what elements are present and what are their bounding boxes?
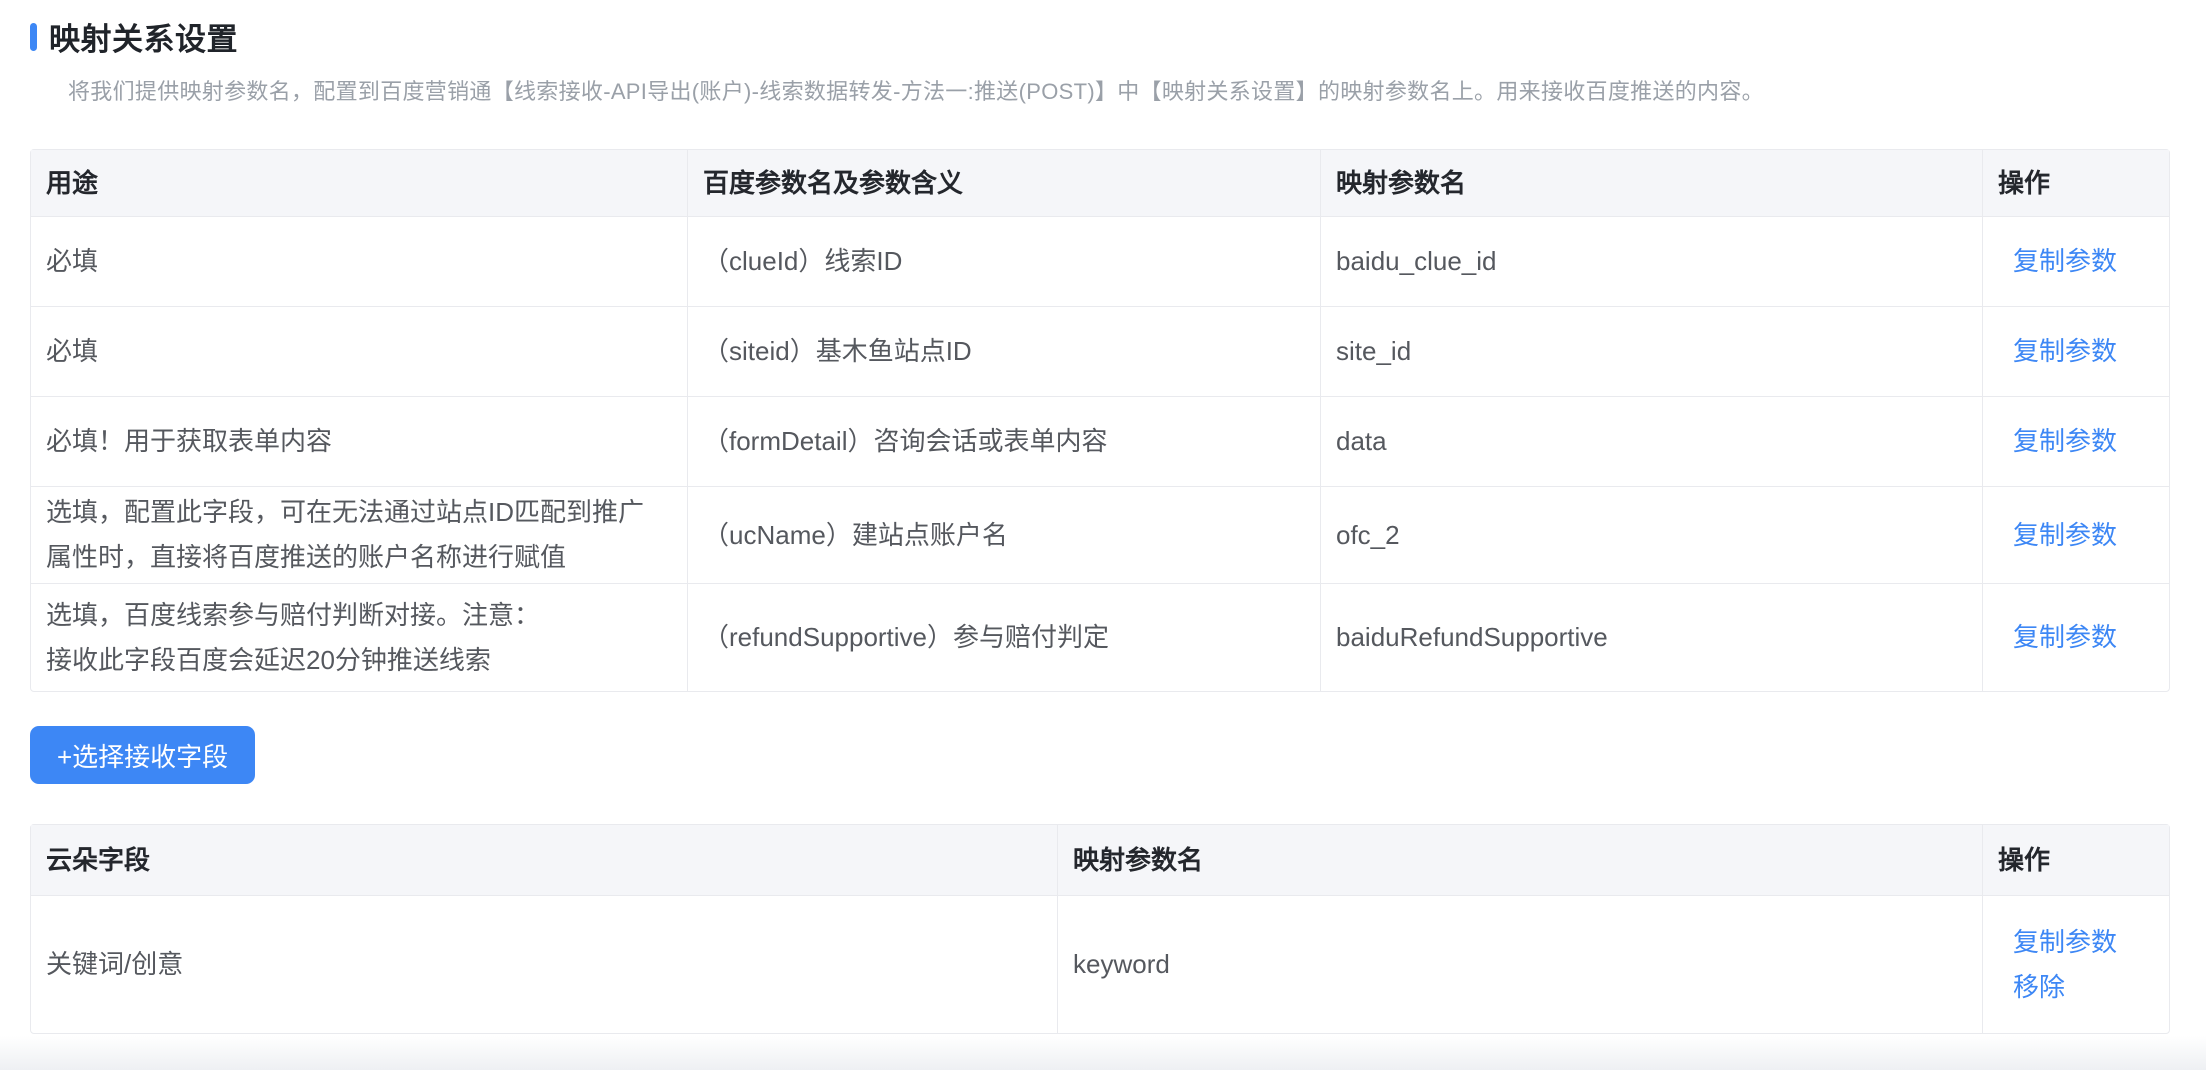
page-bottom-strip <box>0 1036 2206 1070</box>
cell-baidu-param: （clueId）线索ID <box>687 217 1320 306</box>
cell-usage: 必填 <box>46 336 99 367</box>
cell-mapping-param: ofc_2 <box>1320 487 1982 583</box>
mapping-table: 用途 百度参数名及参数含义 映射参数名 操作 必填 （clueId）线索ID b… <box>30 149 2170 692</box>
cell-usage: 选填，百度线索参与赔付判断对接。注意： 接收此字段百度会延迟20分钟推送线索 <box>46 599 541 675</box>
cell-baidu-param: （siteid）基木鱼站点ID <box>687 307 1320 396</box>
cell-mapping-param: baiduRefundSupportive <box>1320 584 1982 691</box>
cell-usage: 选填，配置此字段，可在无法通过站点ID匹配到推广属性时，直接将百度推送的账户名称… <box>46 497 645 572</box>
copy-param-link[interactable]: 复制参数 <box>2013 923 2117 962</box>
cell-baidu-param: （refundSupportive）参与赔付判定 <box>687 584 1320 691</box>
col-header-baidu-param: 百度参数名及参数含义 <box>687 150 1320 216</box>
copy-param-link[interactable]: 复制参数 <box>2013 332 2117 371</box>
cell-mapping-param: data <box>1320 397 1982 486</box>
cell-actions: 复制参数 <box>1982 307 2169 396</box>
cell-usage: 必填！用于获取表单内容 <box>46 426 333 457</box>
cell-cloud-field: 关键词/创意 <box>46 949 184 980</box>
cell-baidu-param: （formDetail）咨询会话或表单内容 <box>687 397 1320 486</box>
col-header-mapping-param: 映射参数名 <box>1057 825 1982 895</box>
cell-actions: 复制参数 <box>1982 217 2169 306</box>
table-row: 选填，百度线索参与赔付判断对接。注意： 接收此字段百度会延迟20分钟推送线索 （… <box>31 583 2169 691</box>
col-header-mapping-param: 映射参数名 <box>1320 150 1982 216</box>
table-row: 选填，配置此字段，可在无法通过站点ID匹配到推广属性时，直接将百度推送的账户名称… <box>31 486 2169 583</box>
table-row: 关键词/创意 keyword 复制参数 移除 <box>31 895 2169 1033</box>
col-header-actions: 操作 <box>1982 825 2169 895</box>
mapping-table-header-row: 用途 百度参数名及参数含义 映射参数名 操作 <box>31 150 2169 216</box>
remove-link[interactable]: 移除 <box>2013 968 2065 1007</box>
copy-param-link[interactable]: 复制参数 <box>2013 422 2117 461</box>
cloud-table-header-row: 云朵字段 映射参数名 操作 <box>31 825 2169 895</box>
cell-mapping-param: site_id <box>1320 307 1982 396</box>
section-header: 映射关系设置 <box>30 14 2206 59</box>
cell-actions: 复制参数 <box>1982 584 2169 691</box>
table-row: 必填 （siteid）基木鱼站点ID site_id 复制参数 <box>31 306 2169 396</box>
copy-param-link[interactable]: 复制参数 <box>2013 242 2117 281</box>
section-accent-bar <box>30 22 37 51</box>
table-row: 必填 （clueId）线索ID baidu_clue_id 复制参数 <box>31 216 2169 306</box>
page-subtitle: 将我们提供映射参数名，配置到百度营销通【线索接收-API导出(账户)-线索数据转… <box>68 79 1764 104</box>
cell-mapping-param: keyword <box>1057 896 1982 1033</box>
cell-actions: 复制参数 <box>1982 487 2169 583</box>
cell-actions: 复制参数 移除 <box>1982 896 2169 1033</box>
col-header-usage: 用途 <box>31 150 687 216</box>
page-title: 映射关系设置 <box>49 22 238 57</box>
cell-actions: 复制参数 <box>1982 397 2169 486</box>
copy-param-link[interactable]: 复制参数 <box>2013 516 2117 555</box>
table-row: 必填！用于获取表单内容 （formDetail）咨询会话或表单内容 data 复… <box>31 396 2169 486</box>
cell-usage: 必填 <box>46 246 99 277</box>
col-header-cloud-field: 云朵字段 <box>31 825 1057 895</box>
select-receive-fields-button[interactable]: +选择接收字段 <box>30 726 256 784</box>
col-header-actions: 操作 <box>1982 150 2169 216</box>
cloud-fields-table: 云朵字段 映射参数名 操作 关键词/创意 keyword 复制参数 移除 <box>30 824 2170 1034</box>
cell-mapping-param: baidu_clue_id <box>1320 217 1982 306</box>
copy-param-link[interactable]: 复制参数 <box>2013 618 2117 657</box>
cell-baidu-param: （ucName）建站点账户名 <box>687 487 1320 583</box>
